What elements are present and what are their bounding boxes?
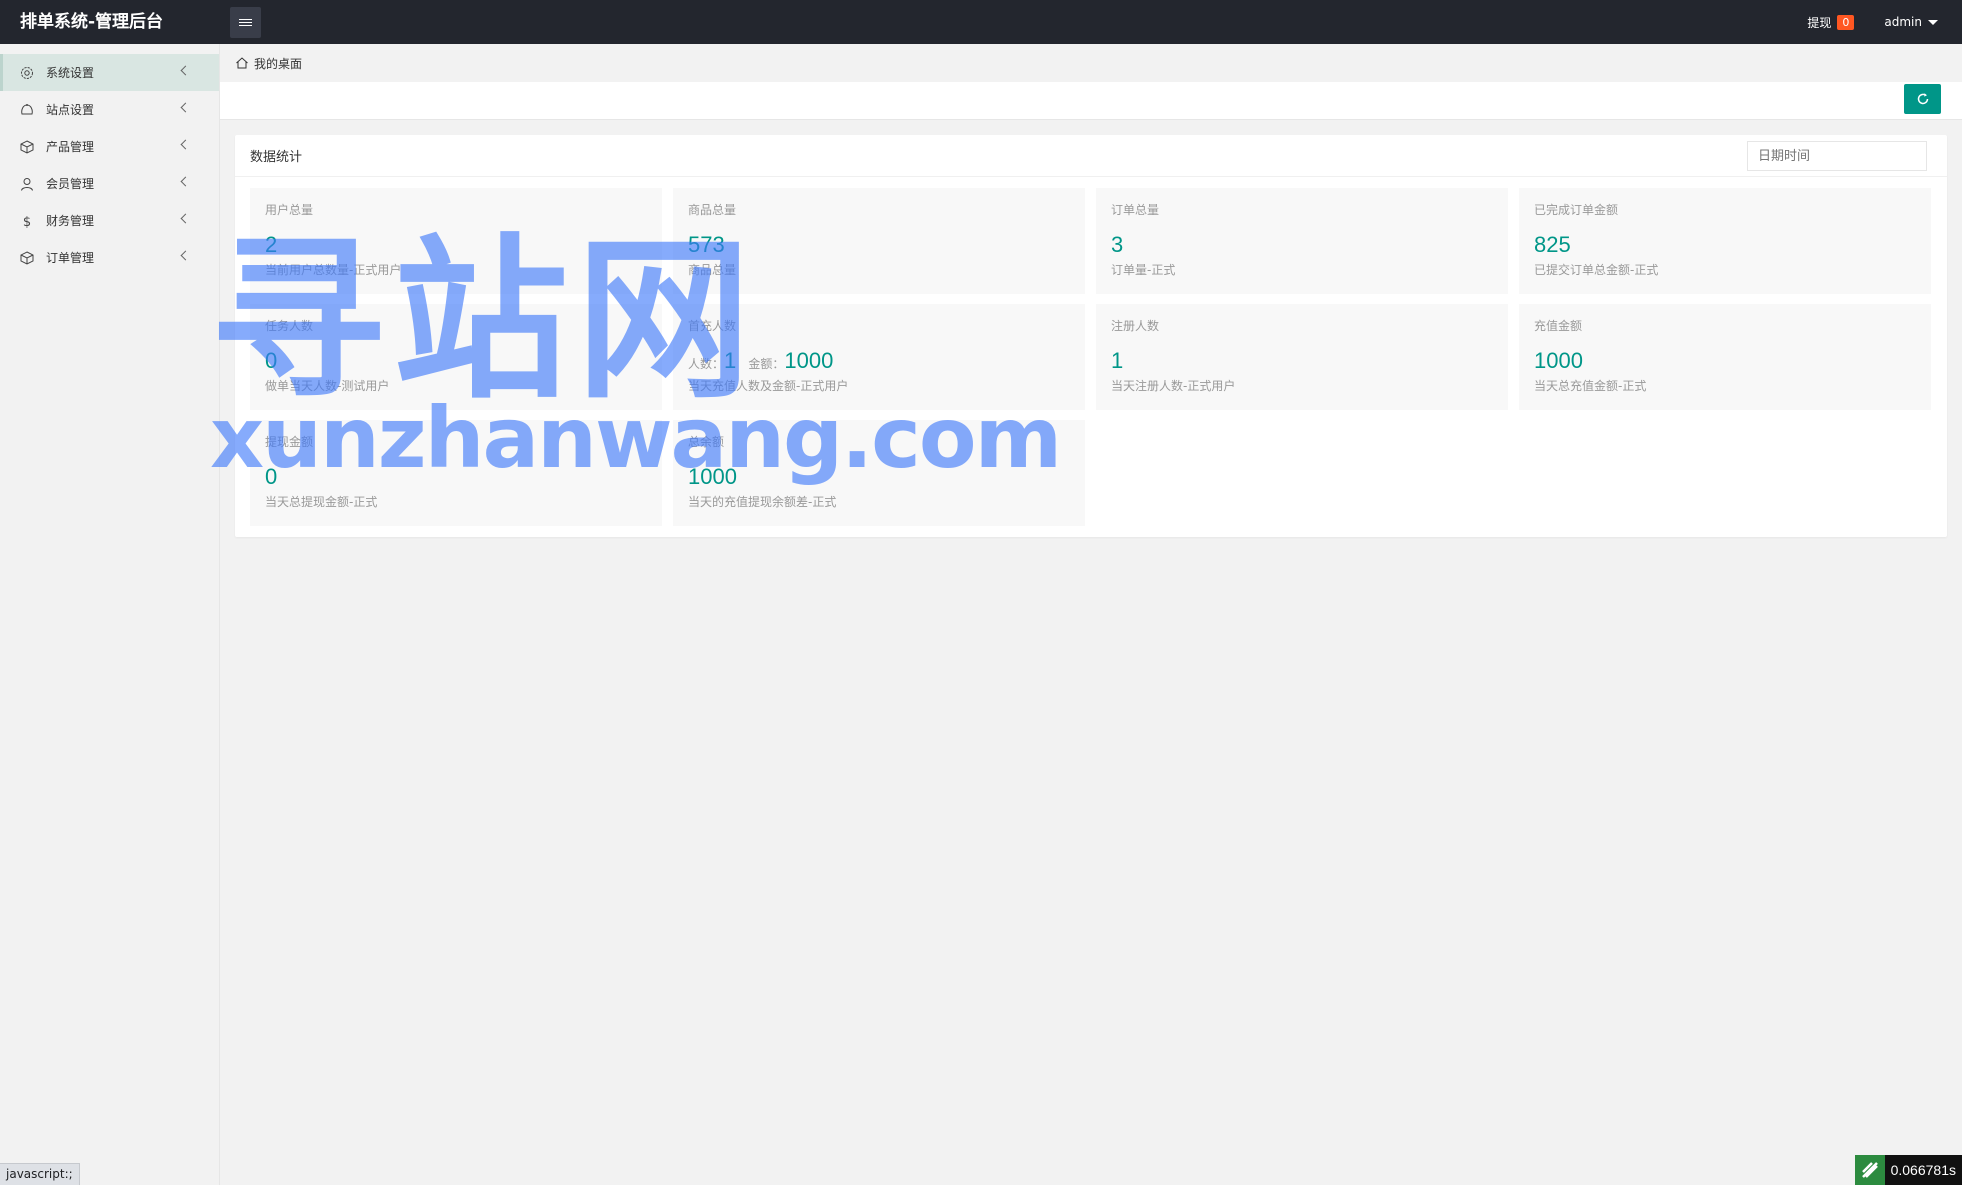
stat-value: 0 (265, 348, 278, 373)
stat-desc: 订单量-正式 (1111, 263, 1176, 277)
stat-value: 825 (1534, 232, 1571, 257)
header-right: 提现 0 admin (1807, 0, 1962, 44)
stat-card-task-users: 任务人数 0 做单当天人数-测试用户 (250, 304, 662, 410)
amount-label: 金额： (748, 357, 785, 371)
chevron-left-icon (180, 102, 191, 113)
sidebar-item-label: 会员管理 (46, 177, 95, 191)
stat-desc: 当天注册人数-正式用户 (1111, 379, 1236, 393)
stat-value: 1000 (1534, 348, 1583, 373)
chevron-left-icon (180, 250, 191, 261)
stat-card-withdraw-amount: 提现金额 0 当天总提现金额-正式 (250, 420, 662, 526)
stat-desc: 做单当天人数-测试用户 (265, 379, 390, 393)
gear-icon (20, 66, 34, 80)
sidebar-item-system-settings[interactable]: 系统设置 (0, 54, 219, 91)
stat-title: 首充人数 (688, 319, 737, 333)
stat-desc: 当前用户总数量-正式用户 (265, 263, 402, 277)
withdraw-badge: 0 (1837, 14, 1855, 30)
chevron-left-icon (180, 213, 191, 224)
stat-desc: 当天总提现金额-正式 (265, 495, 378, 509)
leaf-icon (1854, 1155, 1885, 1185)
app-title: 排单系统-管理后台 (20, 12, 164, 32)
hamburger-icon (239, 19, 252, 20)
debug-timer: 0.066781s (1854, 1155, 1962, 1185)
menu-toggle-button[interactable] (230, 7, 261, 38)
amount-value: 1000 (784, 348, 834, 373)
stat-desc: 已提交订单总金额-正式 (1534, 263, 1659, 277)
stat-title: 任务人数 (265, 319, 314, 333)
stat-card-order-total: 订单总量 3 订单量-正式 (1096, 188, 1508, 294)
sidebar-item-order-management[interactable]: 订单管理 (0, 239, 219, 276)
stat-card-product-total: 商品总量 573 商品总量 (673, 188, 1085, 294)
stat-desc: 当天总充值金额-正式 (1534, 379, 1647, 393)
stat-value: 人数：1 金额：1000 (688, 348, 1070, 374)
stat-title: 用户总量 (265, 203, 314, 217)
sidebar-item-label: 系统设置 (46, 66, 95, 80)
stat-card-user-total: 用户总量 2 当前用户总数量-正式用户 (250, 188, 662, 294)
stat-card-first-recharge: 首充人数 人数：1 金额：1000 当天充值人数及金额-正式用户 (673, 304, 1085, 410)
stat-value: 3 (1111, 232, 1124, 257)
date-input[interactable] (1747, 141, 1927, 171)
stat-value: 573 (688, 232, 725, 257)
user-icon (20, 177, 34, 191)
breadcrumb-home[interactable]: 我的桌面 (254, 55, 302, 72)
stat-value: 1 (1111, 348, 1124, 373)
stat-desc: 商品总量 (688, 263, 737, 277)
chevron-left-icon (180, 139, 191, 150)
chevron-left-icon (180, 65, 191, 76)
withdraw-link[interactable]: 提现 0 (1807, 14, 1855, 31)
stat-card-completed-amount: 已完成订单金额 825 已提交订单总金额-正式 (1519, 188, 1931, 294)
stat-value: 0 (265, 464, 278, 489)
stat-card-recharge-amount: 充值金额 1000 当天总充值金额-正式 (1519, 304, 1931, 410)
box-icon (20, 139, 34, 154)
site-icon (20, 103, 34, 117)
stat-title: 订单总量 (1111, 203, 1160, 217)
toolbar (220, 82, 1962, 120)
stat-value: 2 (265, 232, 278, 257)
stat-title: 充值金额 (1534, 319, 1583, 333)
stat-title: 提现金额 (265, 435, 314, 449)
sidebar-item-product-management[interactable]: 产品管理 (0, 128, 219, 165)
stat-title: 已完成订单金额 (1534, 203, 1619, 217)
sidebar-item-site-settings[interactable]: 站点设置 (0, 91, 219, 128)
breadcrumb: 我的桌面 (220, 44, 1962, 82)
sidebar: 系统设置 站点设置 产品管理 会员管理 $ 财务管理 订单管理 (0, 44, 220, 1185)
stat-value: 1000 (688, 464, 737, 489)
panel-title: 数据统计 (250, 150, 303, 165)
sidebar-item-label: 订单管理 (46, 251, 95, 265)
sidebar-item-finance-management[interactable]: $ 财务管理 (0, 202, 219, 239)
count-label: 人数： (688, 357, 725, 371)
sidebar-item-label: 站点设置 (46, 103, 95, 117)
count-value: 1 (724, 348, 737, 373)
svg-text:$: $ (23, 215, 31, 228)
sidebar-item-member-management[interactable]: 会员管理 (0, 165, 219, 202)
stat-title: 注册人数 (1111, 319, 1160, 333)
chevron-left-icon (180, 176, 191, 187)
home-icon[interactable] (235, 56, 249, 70)
stat-card-total-balance: 总余额 1000 当天的充值提现余额差-正式 (673, 420, 1085, 526)
status-url: javascript:; (0, 1163, 80, 1185)
panel-header: 数据统计 (235, 135, 1947, 177)
sidebar-item-label: 产品管理 (46, 140, 95, 154)
timer-value: 0.066781s (1884, 1155, 1962, 1185)
refresh-button[interactable] (1904, 84, 1941, 114)
stat-card-registrations: 注册人数 1 当天注册人数-正式用户 (1096, 304, 1508, 410)
stat-title: 商品总量 (688, 203, 737, 217)
stat-desc: 当天的充值提现余额差-正式 (688, 495, 837, 509)
sidebar-item-label: 财务管理 (46, 214, 95, 228)
withdraw-label: 提现 (1807, 15, 1832, 30)
caret-down-icon (1928, 19, 1938, 25)
dollar-icon: $ (20, 214, 34, 228)
stat-title: 总余额 (688, 435, 725, 449)
top-header: 排单系统-管理后台 提现 0 admin (0, 0, 1962, 44)
order-icon (20, 250, 34, 265)
user-name: admin (1884, 15, 1922, 29)
stat-desc: 当天充值人数及金额-正式用户 (688, 379, 849, 393)
stats-panel: 数据统计 用户总量 2 当前用户总数量-正式用户 商品总量 573 商品总量 订… (235, 135, 1947, 537)
user-menu[interactable]: admin (1884, 15, 1938, 29)
refresh-icon (1917, 93, 1928, 105)
